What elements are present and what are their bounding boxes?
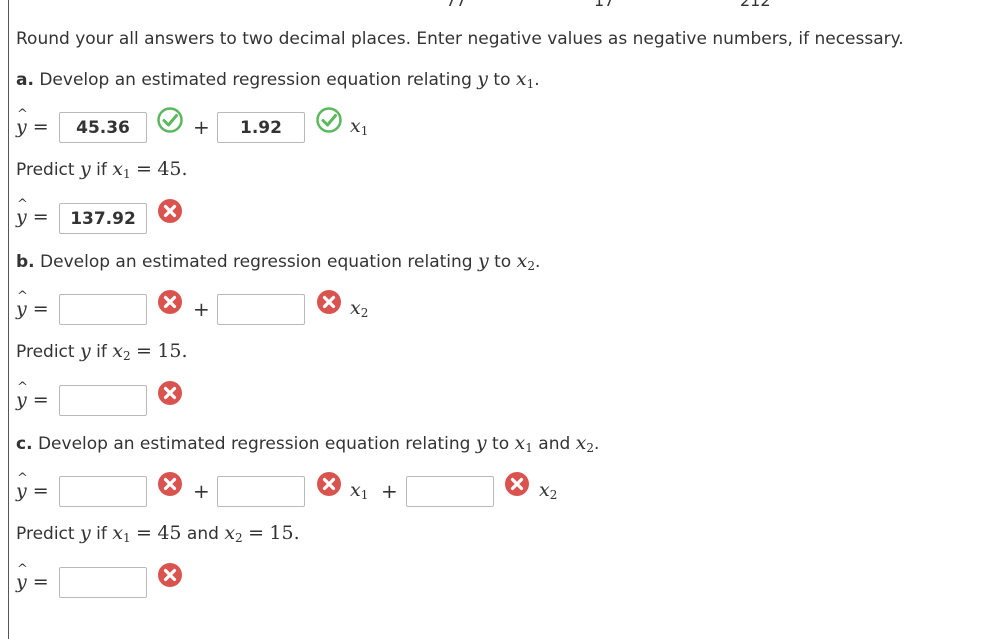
part-a-b0-input[interactable] bbox=[59, 112, 147, 143]
x1-variable: x1 bbox=[350, 479, 369, 502]
x2-variable: x2 bbox=[539, 479, 558, 502]
part-c-prediction-input[interactable] bbox=[59, 567, 147, 598]
plus-sign: + bbox=[193, 297, 210, 321]
part-b-prompt: b. Develop an estimated regression equat… bbox=[16, 250, 541, 273]
plus-sign: + bbox=[381, 479, 398, 503]
part-a-prompt: a. Develop an estimated regression equat… bbox=[16, 68, 540, 91]
part-c-yhat: y = bbox=[16, 480, 49, 502]
part-a-predict-text: Predict y if x1 = 45. bbox=[16, 158, 188, 181]
part-b-pred-yhat: y = bbox=[16, 389, 49, 411]
x-circle-icon bbox=[158, 563, 182, 587]
part-b-b0-input[interactable] bbox=[59, 294, 147, 325]
part-c-b0-input[interactable] bbox=[59, 476, 147, 507]
instructions: Round your all answers to two decimal pl… bbox=[16, 29, 904, 49]
part-c-pred-yhat: y = bbox=[16, 571, 49, 593]
table-cell-cut-1: 77 bbox=[446, 0, 467, 10]
x-circle-icon bbox=[158, 472, 182, 496]
part-c-predict-text: Predict y if x1 = 45 and x2 = 15. bbox=[16, 522, 300, 545]
part-a-pred-yhat: y = bbox=[16, 206, 49, 228]
table-cell-cut-2: 17 bbox=[594, 0, 615, 10]
part-c-b1-input[interactable] bbox=[217, 476, 305, 507]
x-circle-icon bbox=[505, 472, 529, 496]
part-b-b1-input[interactable] bbox=[217, 294, 305, 325]
part-a-prediction-input[interactable] bbox=[59, 203, 147, 234]
check-circle-icon bbox=[316, 107, 342, 133]
part-b-prediction-input[interactable] bbox=[59, 385, 147, 416]
x-circle-icon bbox=[158, 381, 182, 405]
x-circle-icon bbox=[158, 199, 182, 223]
table-cell-cut-3: 212 bbox=[740, 0, 771, 10]
x-circle-icon bbox=[317, 472, 341, 496]
part-b-predict-text: Predict y if x2 = 15. bbox=[16, 340, 188, 363]
plus-sign: + bbox=[193, 479, 210, 503]
part-c-prompt: c. Develop an estimated regression equat… bbox=[16, 432, 600, 455]
part-b-yhat: y = bbox=[16, 298, 49, 320]
part-c-b2-input[interactable] bbox=[406, 476, 494, 507]
x-circle-icon bbox=[317, 290, 341, 314]
x1-variable: x1 bbox=[350, 115, 369, 138]
x2-variable: x2 bbox=[350, 297, 369, 320]
plus-sign: + bbox=[193, 115, 210, 139]
part-a-b1-input[interactable] bbox=[217, 112, 305, 143]
check-circle-icon bbox=[157, 107, 183, 133]
x-circle-icon bbox=[158, 290, 182, 314]
part-a-yhat: y = bbox=[16, 116, 49, 138]
